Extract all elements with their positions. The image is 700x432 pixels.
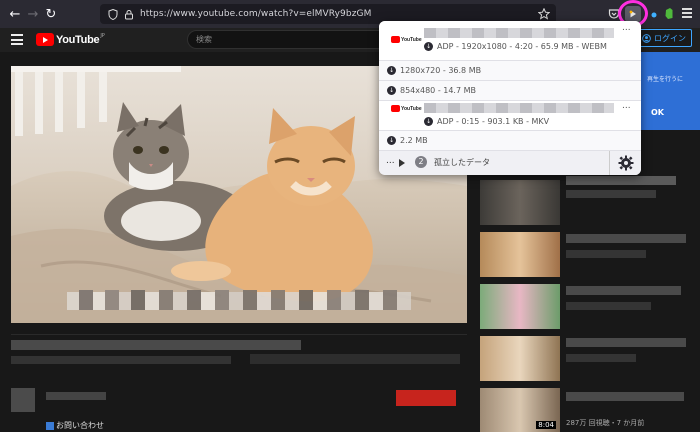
download-icon[interactable]: ↓	[387, 136, 396, 145]
account-icon	[642, 33, 651, 43]
popup-footer: ... 2 孤立したデータ	[379, 151, 641, 175]
forward-arrow-icon[interactable]: →	[24, 5, 42, 23]
downloader-popup: YouTube ↓ ADP - 1920x1080 - 4:20 - 65.9 …	[379, 21, 641, 175]
download-icon[interactable]: ↓	[387, 86, 396, 95]
back-arrow-icon[interactable]: ←	[6, 5, 24, 23]
blurred-related-title	[566, 176, 676, 185]
related-thumbnail[interactable]: 8:04	[480, 388, 560, 432]
blurred-related-meta	[566, 190, 656, 198]
youtube-source-icon: YouTube	[391, 105, 422, 112]
variant-480-label: 854x480 - 14.7 MB	[400, 86, 476, 95]
blurred-related-title	[566, 338, 686, 347]
settings-gear-icon[interactable]	[618, 155, 634, 171]
download-variant-720[interactable]: ↓ 1280x720 - 36.8 MB	[379, 61, 641, 81]
blurred-related-meta	[566, 354, 636, 362]
blurred-related-title	[566, 286, 681, 295]
youtube-region-label: JP	[100, 32, 105, 39]
item-1-detail: ADP - 1920x1080 - 4:20 - 65.9 MB - WEBM	[437, 42, 607, 51]
related-thumbnail[interactable]	[480, 232, 560, 277]
blurred-channel-avatar	[11, 388, 35, 412]
search-input[interactable]: 検索	[187, 30, 397, 49]
blurred-video-title	[11, 340, 301, 350]
blurred-video-name	[424, 103, 614, 113]
download-icon[interactable]: ↓	[387, 66, 396, 75]
shield-icon[interactable]	[108, 8, 118, 20]
evernote-icon[interactable]	[664, 7, 674, 20]
reload-icon[interactable]: ↻	[42, 5, 60, 23]
related-thumbnail[interactable]	[480, 284, 560, 329]
orphan-count-badge: 2	[415, 156, 427, 168]
blurred-related-meta	[566, 250, 646, 258]
ok-button[interactable]: OK	[651, 108, 664, 117]
blurred-subtitle	[67, 290, 411, 310]
signin-prompt-card: 再生を行うに OK	[641, 52, 700, 130]
variant-audio-label: 2.2 MB	[400, 136, 428, 145]
expand-triangle-icon[interactable]	[399, 159, 405, 167]
youtube-source-icon: YouTube	[391, 36, 422, 43]
extension-dot-icon[interactable]	[650, 8, 658, 20]
download-icon[interactable]: ↓	[424, 42, 433, 51]
related-thumbnail[interactable]	[480, 336, 560, 381]
blurred-video-stats	[11, 356, 231, 364]
related-views-meta: 287万 回視聴・7 か月前	[566, 419, 645, 427]
footer-divider	[609, 151, 610, 175]
youtube-play-logo-icon	[36, 33, 54, 46]
divider	[11, 334, 467, 335]
login-label: ログイン	[654, 33, 686, 43]
related-thumbnail[interactable]	[480, 180, 560, 225]
blurred-channel-name	[46, 392, 106, 400]
footer-more-icon[interactable]: ...	[386, 156, 395, 166]
download-item-1[interactable]: YouTube ↓ ADP - 1920x1080 - 4:20 - 65.9 …	[379, 21, 641, 61]
blurred-related-title	[566, 234, 686, 243]
contact-label: お問い合わせ	[56, 421, 104, 430]
download-item-2[interactable]: YouTube ↓ ADP - 0:15 - 903.1 KB - MKV ..…	[379, 101, 641, 131]
url-text: https://www.youtube.com/watch?v=elMVRy9b…	[140, 9, 372, 19]
menu-icon[interactable]	[682, 8, 692, 18]
login-button[interactable]: ログイン	[636, 29, 692, 47]
hamburger-menu-icon[interactable]	[11, 34, 23, 45]
search-placeholder: 検索	[196, 35, 212, 44]
youtube-logo[interactable]: YouTube JP	[36, 33, 105, 46]
blurred-video-name	[424, 28, 614, 38]
youtube-logo-text: YouTube	[56, 33, 100, 46]
browser-window: ← → ↻ https://www.youtube.com/watch?v=el…	[0, 0, 700, 432]
blurred-action-buttons	[250, 354, 460, 364]
subscribe-button[interactable]	[396, 390, 456, 406]
item-2-detail: ADP - 0:15 - 903.1 KB - MKV	[437, 117, 550, 126]
download-variant-480[interactable]: ↓ 854x480 - 14.7 MB	[379, 81, 641, 101]
lock-icon[interactable]	[124, 9, 134, 20]
bookmark-star-icon[interactable]	[538, 8, 550, 20]
signin-prompt-note: 再生を行うに	[647, 76, 684, 83]
download-icon[interactable]: ↓	[424, 117, 433, 126]
item-2-more-icon[interactable]: ...	[622, 101, 631, 111]
blurred-related-meta	[566, 302, 651, 310]
thumbnail-duration: 8:04	[536, 421, 556, 429]
contact-link[interactable]: お問い合わせ	[46, 420, 104, 431]
item-1-more-icon[interactable]: ...	[622, 23, 631, 33]
download-variant-audio[interactable]: ↓ 2.2 MB	[379, 131, 641, 151]
info-icon	[46, 421, 54, 430]
orphan-data-label[interactable]: 孤立したデータ	[434, 157, 490, 168]
variant-720-label: 1280x720 - 36.8 MB	[400, 66, 482, 75]
blurred-related-title	[566, 392, 684, 401]
